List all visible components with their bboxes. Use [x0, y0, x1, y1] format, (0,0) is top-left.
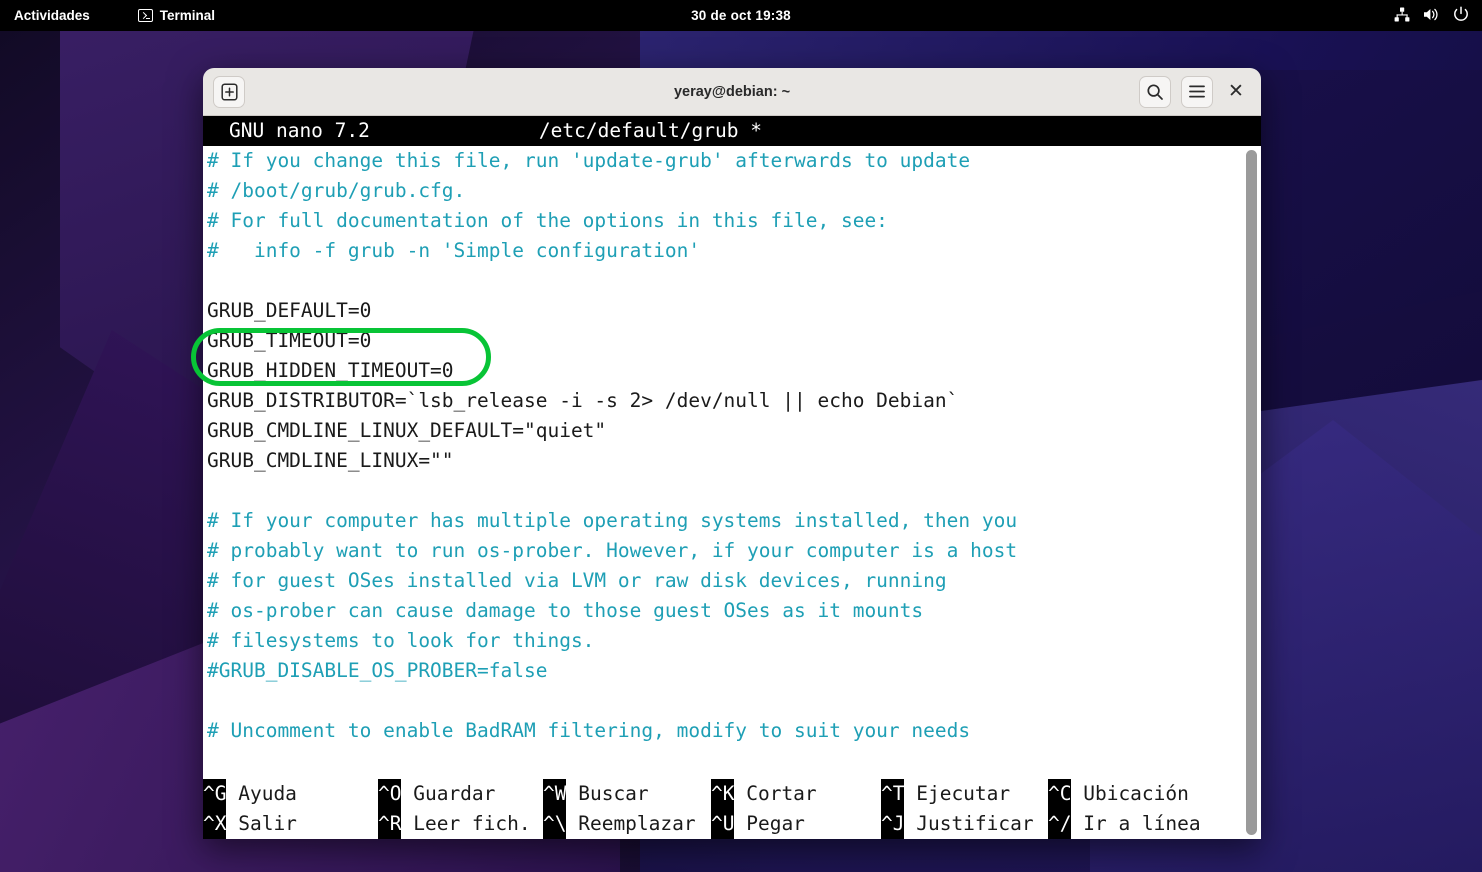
nano-shortcut-key: ^K [711, 779, 735, 809]
power-icon[interactable] [1453, 6, 1469, 25]
editor-line[interactable]: GRUB_HIDDEN_TIMEOUT=0 [205, 356, 1261, 386]
nano-shortcut[interactable]: ^G Ayuda [203, 779, 297, 809]
nano-shortcut[interactable]: ^U Pegar [711, 809, 805, 839]
editor-line[interactable] [205, 476, 1261, 506]
editor-line[interactable]: GRUB_CMDLINE_LINUX_DEFAULT="quiet" [205, 416, 1261, 446]
editor-line[interactable] [205, 266, 1261, 296]
editor-line[interactable]: GRUB_DISTRIBUTOR=`lsb_release -i -s 2> /… [205, 386, 1261, 416]
app-menu-label: Terminal [159, 8, 216, 23]
terminal-content[interactable]: GNU nano 7.2 /etc/default/grub * # If yo… [203, 116, 1261, 839]
nano-shortcut[interactable]: ^C Ubicación [1048, 779, 1189, 809]
gnome-top-bar: Actividades Terminal 30 de oct 19:38 [0, 0, 1482, 31]
editor-line[interactable]: # /boot/grub/grub.cfg. [205, 176, 1261, 206]
nano-title-bar: GNU nano 7.2 /etc/default/grub * [203, 116, 1261, 146]
nano-shortcut-key: ^W [543, 779, 567, 809]
nano-shortcut-label: Reemplazar [566, 812, 696, 835]
volume-icon[interactable] [1423, 7, 1440, 25]
nano-version: GNU nano 7.2 [229, 119, 370, 142]
activities-button[interactable]: Actividades [14, 8, 90, 23]
window-titlebar: yeray@debian: ~ ✕ [203, 68, 1261, 116]
nano-shortcut-bar: ^G Ayuda ^O Guardar ^W Buscar ^K Cortar ^T E… [203, 779, 1261, 839]
nano-shortcut-label: Ubicación [1071, 782, 1189, 805]
nano-shortcut-label: Leer fich. [401, 812, 531, 835]
nano-shortcut[interactable]: ^/ Ir a línea [1048, 809, 1201, 839]
nano-shortcut-key: ^O [378, 779, 402, 809]
nano-shortcut[interactable]: ^J Justificar [881, 809, 1034, 839]
terminal-scrollbar[interactable] [1246, 150, 1257, 835]
nano-shortcut-key: ^\ [543, 809, 567, 839]
editor-line[interactable]: # Uncomment to enable BadRAM filtering, … [205, 716, 1261, 746]
editor-line[interactable]: GRUB_TIMEOUT=0 [205, 326, 1261, 356]
nano-shortcut-key: ^G [203, 779, 227, 809]
editor-line[interactable]: # info -f grub -n 'Simple configuration' [205, 236, 1261, 266]
editor-line[interactable]: # probably want to run os-prober. Howeve… [205, 536, 1261, 566]
nano-shortcut-label: Ejecutar [904, 782, 1011, 805]
nano-shortcut-label: Pegar [734, 812, 805, 835]
clock-button[interactable]: 30 de oct 19:38 [691, 8, 791, 23]
nano-filename: /etc/default/grub * [538, 119, 762, 142]
network-wired-icon[interactable] [1394, 7, 1410, 25]
nano-shortcut[interactable]: ^O Guardar [378, 779, 495, 809]
nano-shortcut[interactable]: ^T Ejecutar [881, 779, 1010, 809]
window-title: yeray@debian: ~ [673, 83, 791, 100]
editor-line[interactable]: # filesystems to look for things. [205, 626, 1261, 656]
terminal-icon [137, 9, 153, 22]
editor-line[interactable]: # If your computer has multiple operatin… [205, 506, 1261, 536]
nano-shortcut-key: ^U [711, 809, 735, 839]
nano-shortcut-key: ^C [1048, 779, 1072, 809]
nano-shortcut-label: Ayuda [226, 782, 297, 805]
nano-shortcut[interactable]: ^K Cortar [711, 779, 817, 809]
nano-shortcut-key: ^X [203, 809, 227, 839]
system-tray[interactable] [1394, 6, 1469, 25]
nano-shortcut-label: Cortar [734, 782, 817, 805]
nano-shortcut-label: Salir [226, 812, 297, 835]
close-icon[interactable]: ✕ [1223, 79, 1249, 105]
nano-shortcut-key: ^/ [1048, 809, 1072, 839]
nano-shortcut-row: ^G Ayuda ^O Guardar ^W Buscar ^K Cortar ^T E… [203, 779, 1261, 809]
editor-line[interactable]: # For full documentation of the options … [205, 206, 1261, 236]
nano-shortcut-label: Guardar [401, 782, 496, 805]
editor-line[interactable]: GRUB_DEFAULT=0 [205, 296, 1261, 326]
editor-line[interactable]: # If you change this file, run 'update-g… [205, 146, 1261, 176]
nano-shortcut-row: ^X Salir ^R Leer fich. ^\ Reemplazar ^U Peg… [203, 809, 1261, 839]
nano-shortcut-key: ^J [881, 809, 905, 839]
editor-line[interactable]: GRUB_CMDLINE_LINUX="" [205, 446, 1261, 476]
editor-line[interactable]: #GRUB_DISABLE_OS_PROBER=false [205, 656, 1261, 686]
nano-shortcut[interactable]: ^X Salir [203, 809, 297, 839]
editor-line[interactable]: # os-prober can cause damage to those gu… [205, 596, 1261, 626]
nano-shortcut-label: Buscar [566, 782, 649, 805]
nano-shortcut[interactable]: ^R Leer fich. [378, 809, 531, 839]
nano-shortcut[interactable]: ^\ Reemplazar [543, 809, 696, 839]
scrollbar-thumb[interactable] [1246, 150, 1257, 835]
nano-editor-buffer[interactable]: # If you change this file, run 'update-g… [203, 146, 1261, 746]
editor-line[interactable] [205, 686, 1261, 716]
nano-shortcut-key: ^R [378, 809, 402, 839]
nano-shortcut[interactable]: ^W Buscar [543, 779, 649, 809]
search-icon[interactable] [1139, 75, 1171, 108]
nano-shortcut-label: Ir a línea [1071, 812, 1201, 835]
editor-line[interactable]: # for guest OSes installed via LVM or ra… [205, 566, 1261, 596]
add-tab-icon[interactable] [213, 75, 245, 108]
terminal-window: yeray@debian: ~ ✕ GNU nano 7.2 /etc/defa [203, 68, 1261, 839]
hamburger-menu-icon[interactable] [1181, 75, 1213, 108]
app-menu-terminal[interactable]: Terminal [137, 8, 216, 23]
nano-shortcut-key: ^T [881, 779, 905, 809]
nano-shortcut-label: Justificar [904, 812, 1034, 835]
